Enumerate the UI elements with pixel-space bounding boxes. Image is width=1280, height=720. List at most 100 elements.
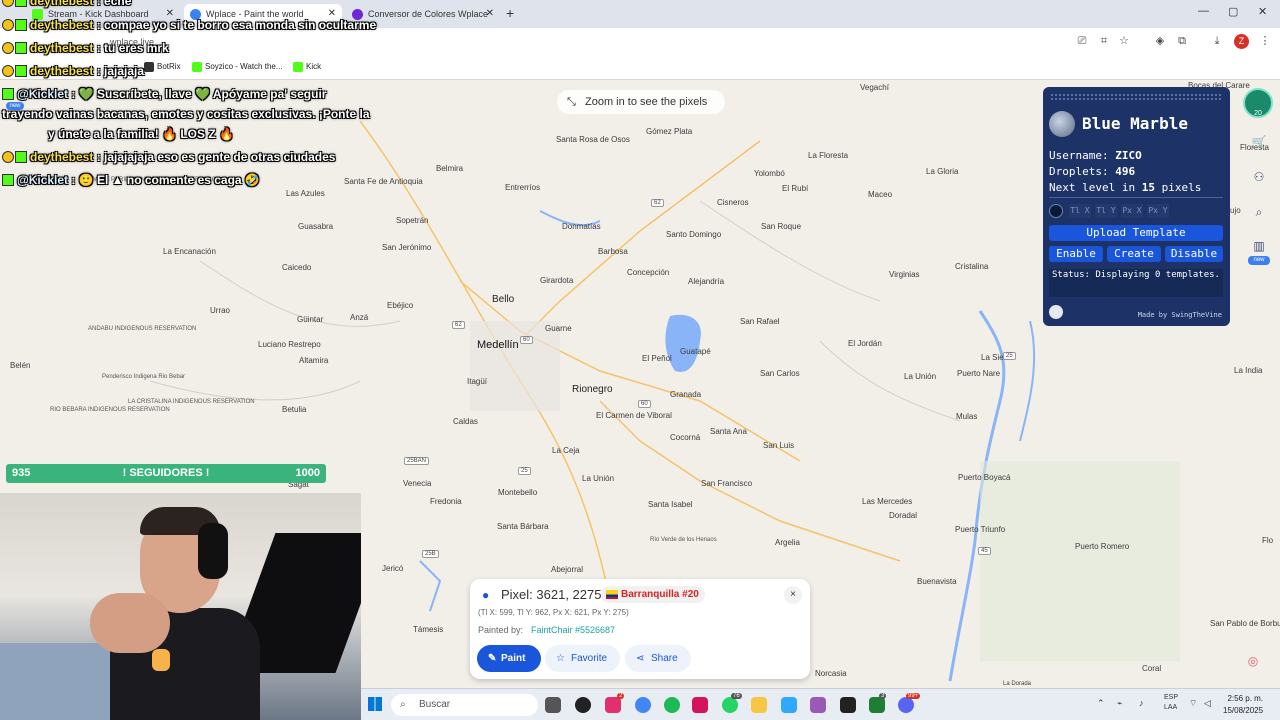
- star-icon: ☆: [556, 653, 565, 664]
- pixel-coordinates: Pixel: 3621, 2275: [501, 587, 602, 602]
- disable-button[interactable]: Disable: [1165, 246, 1223, 262]
- bm-logo-icon[interactable]: [1049, 305, 1063, 319]
- map-label: Gómez Plata: [646, 127, 693, 136]
- share-button[interactable]: ⋖ Share: [625, 645, 691, 672]
- zoom-hint-pill[interactable]: ⤡ Zoom in to see the pixels: [557, 90, 725, 114]
- tiktok-icon[interactable]: [605, 697, 621, 713]
- coin-badge-icon: [2, 65, 14, 77]
- highway-shield: 25: [1003, 352, 1016, 360]
- highway-shield: 62: [452, 321, 465, 329]
- excel-icon[interactable]: [869, 697, 885, 713]
- tile-x-input[interactable]: Tl X: [1069, 204, 1091, 218]
- chevron-up-icon[interactable]: ⌃: [1097, 698, 1105, 709]
- task-view-icon[interactable]: [545, 697, 561, 713]
- profile-avatar[interactable]: Z: [1234, 34, 1249, 49]
- language-indicator[interactable]: ESP LAA: [1164, 693, 1178, 713]
- highway-shield: 25: [518, 467, 531, 475]
- drag-handle[interactable]: [1050, 93, 1222, 101]
- discord-icon[interactable]: [898, 697, 914, 713]
- map-label: La Unión: [582, 474, 615, 483]
- user-avatar[interactable]: 20: [1243, 88, 1273, 118]
- spotify-icon[interactable]: [664, 697, 680, 713]
- maximize-button[interactable]: ▢: [1228, 5, 1238, 18]
- region-badge[interactable]: Barranquilla #20: [601, 586, 705, 603]
- close-button[interactable]: ×: [784, 586, 802, 604]
- painter-link[interactable]: FaintChair #5526687: [531, 625, 615, 635]
- puzzle-icon[interactable]: ⧉: [1175, 34, 1189, 48]
- app-icon[interactable]: [840, 697, 856, 713]
- create-button[interactable]: Create: [1107, 246, 1161, 262]
- map-label: Santa Ana: [710, 427, 747, 436]
- upload-template-button[interactable]: Upload Template: [1049, 225, 1223, 241]
- username-line: Username: ZICO: [1049, 149, 1142, 162]
- map-label: Güintar: [297, 315, 324, 324]
- folder-icon[interactable]: [751, 697, 767, 713]
- chat-message: deythebest : jajajaja: [2, 64, 144, 78]
- blue-marble-panel: Blue Marble Username: ZICO Droplets: 496…: [1043, 87, 1230, 326]
- map-label: Anzá: [350, 313, 369, 322]
- extension-icon[interactable]: ◈: [1153, 34, 1167, 48]
- taskbar-search[interactable]: ⌕ Buscar: [391, 694, 538, 716]
- pixel-y-input[interactable]: Px Y: [1147, 204, 1169, 218]
- menu-icon[interactable]: ⋮: [1258, 34, 1272, 48]
- minimize-button[interactable]: —: [1198, 5, 1209, 17]
- pin-icon[interactable]: [1049, 204, 1063, 218]
- download-icon[interactable]: ⤓: [1210, 34, 1224, 48]
- map-label: Vegachí: [860, 83, 889, 92]
- sub-badge-icon: [15, 19, 27, 31]
- panel-title: Blue Marble: [1082, 114, 1188, 133]
- map-label: Altamira: [299, 356, 329, 365]
- map-label: Itagüí: [467, 377, 488, 386]
- app-icon[interactable]: [781, 697, 797, 713]
- new-tab-button[interactable]: +: [506, 5, 514, 21]
- goal-label: ! SEGUIDORES !: [122, 467, 210, 479]
- map-label: Las Azules: [286, 189, 325, 198]
- paint-button[interactable]: ✎ Paint: [477, 645, 541, 672]
- tile-y-input[interactable]: Tl Y: [1095, 204, 1117, 218]
- colombia-flag-icon: [606, 590, 618, 599]
- whatsapp-icon[interactable]: [722, 697, 738, 713]
- pixel-x-input[interactable]: Px X: [1121, 204, 1143, 218]
- map-label: Puerto Romero: [1075, 542, 1130, 551]
- close-tab-icon[interactable]: ✕: [486, 4, 494, 24]
- users-icon[interactable]: ⚇: [1250, 168, 1268, 186]
- leaderboard-icon[interactable]: ▥: [1250, 237, 1268, 255]
- microphone-icon[interactable]: ♪: [1139, 698, 1144, 708]
- app-icon[interactable]: [575, 697, 591, 713]
- chrome-icon[interactable]: [635, 697, 651, 713]
- location-target-icon[interactable]: ◎: [1244, 652, 1262, 670]
- bookmark-kick[interactable]: Kick: [293, 62, 321, 72]
- map-label: Belén: [10, 361, 31, 370]
- bookmark-botrix[interactable]: BotRix: [144, 62, 181, 72]
- cast-icon[interactable]: ⎚: [1075, 34, 1089, 48]
- bookmark-soyzico[interactable]: Soyzico - Watch the...: [192, 62, 283, 72]
- map-label: Alejandría: [688, 277, 725, 286]
- notification-badge: 3: [879, 693, 887, 699]
- network-off-icon[interactable]: ⌁: [1117, 698, 1122, 709]
- star-icon[interactable]: ☆: [1117, 34, 1131, 48]
- translate-icon[interactable]: ⌗: [1097, 34, 1111, 48]
- close-window-button[interactable]: ✕: [1258, 5, 1267, 18]
- pixel-details: (Tl X: 599, Tl Y: 962, Px X: 621, Px Y: …: [478, 608, 629, 617]
- globe-icon[interactable]: [1049, 111, 1075, 137]
- map-label: El Jordán: [848, 339, 882, 348]
- map-label: La Floresta: [808, 151, 849, 160]
- map-label: Yolombó: [754, 169, 785, 178]
- map-label: Santa Bárbara: [497, 522, 549, 531]
- map-label: El Carmen de Viboral: [596, 411, 672, 420]
- text-app-icon[interactable]: [692, 697, 708, 713]
- map-label: La Ceja: [552, 446, 580, 455]
- search-icon[interactable]: ⌕: [1250, 203, 1268, 221]
- cart-icon[interactable]: 🛒: [1250, 133, 1268, 151]
- address-bar[interactable]: wplace.live ⎚ ⌗ ☆ ◈ ⧉ ⤓ Z ⋮: [0, 28, 1280, 56]
- app-icon[interactable]: [810, 697, 826, 713]
- favorite-button[interactable]: ☆ Favorite: [545, 645, 620, 672]
- map-label: San Francisco: [701, 479, 753, 488]
- background-bed: [0, 643, 120, 720]
- enable-button[interactable]: Enable: [1049, 246, 1103, 262]
- volume-icon[interactable]: ◁: [1204, 698, 1211, 709]
- start-button[interactable]: [368, 697, 382, 711]
- system-clock[interactable]: 2:56 p. m. 15/08/2025: [1223, 693, 1263, 717]
- wifi-icon[interactable]: ⌔: [1189, 698, 1197, 709]
- notification-badge: 2: [617, 693, 625, 699]
